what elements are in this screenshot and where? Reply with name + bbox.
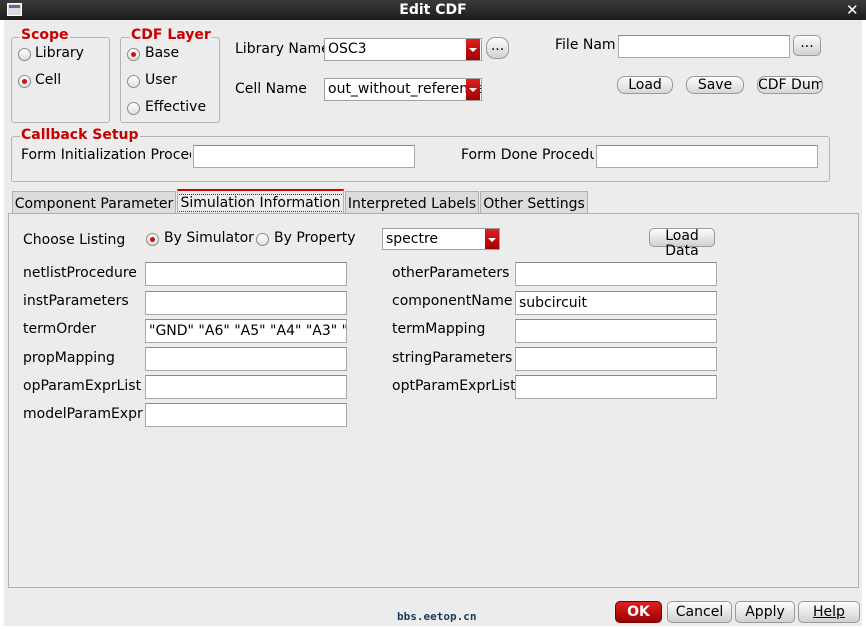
inst-parameters-input[interactable] bbox=[145, 291, 347, 315]
cell-name-label: Cell Name bbox=[235, 81, 307, 97]
watermark-text: bbs.eetop.cn bbox=[397, 610, 477, 623]
tab-simulation-information-label: Simulation Information bbox=[178, 194, 343, 212]
tab-other-settings[interactable]: Other Settings bbox=[480, 191, 588, 214]
layer-base-radio[interactable] bbox=[127, 48, 140, 61]
cell-name-combo[interactable]: out_without_reference bbox=[324, 78, 482, 101]
help-button[interactable]: Help bbox=[798, 601, 860, 623]
tab-interpreted-labels-label: Interpreted Labels bbox=[347, 196, 477, 212]
save-button[interactable]: Save bbox=[686, 76, 744, 94]
title-bar: Edit CDF ✕ bbox=[0, 0, 866, 20]
string-parameters-label: stringParameters bbox=[392, 350, 513, 366]
cdf-dump-button[interactable]: CDF Dump bbox=[757, 76, 823, 94]
close-icon[interactable]: ✕ bbox=[846, 1, 859, 19]
form-init-input[interactable] bbox=[193, 145, 415, 168]
netlist-procedure-input[interactable] bbox=[145, 262, 347, 286]
other-parameters-label: otherParameters bbox=[392, 265, 510, 281]
component-name-input[interactable]: subcircuit bbox=[515, 291, 717, 315]
opt-param-expr-list-label: optParamExprList bbox=[392, 378, 516, 394]
layer-effective-radio[interactable] bbox=[127, 102, 140, 115]
layer-base-label: Base bbox=[145, 45, 180, 61]
inst-parameters-label: instParameters bbox=[23, 293, 129, 309]
tab-other-settings-label: Other Settings bbox=[483, 196, 585, 212]
tab-component-parameter[interactable]: Component Parameter bbox=[12, 191, 176, 214]
library-browse-button[interactable]: ... bbox=[486, 37, 509, 59]
tab-component-parameter-label: Component Parameter bbox=[14, 196, 174, 212]
load-data-button[interactable]: Load Data bbox=[649, 228, 715, 259]
choose-listing-label: Choose Listing bbox=[23, 232, 126, 248]
term-mapping-input[interactable] bbox=[515, 319, 717, 343]
model-param-expr-list-label: modelParamExprL bbox=[23, 406, 143, 422]
simulator-dropdown-icon[interactable] bbox=[485, 229, 499, 249]
by-property-radio[interactable] bbox=[256, 233, 269, 246]
load-button[interactable]: Load bbox=[617, 76, 673, 94]
file-browse-button[interactable]: ... bbox=[793, 35, 821, 56]
by-simulator-label: By Simulator bbox=[164, 230, 254, 246]
library-name-value: OSC3 bbox=[328, 41, 367, 57]
scope-library-label: Library bbox=[35, 45, 84, 61]
cdf-layer-title: CDF Layer bbox=[130, 27, 212, 43]
layer-user-label: User bbox=[145, 72, 177, 88]
term-mapping-label: termMapping bbox=[392, 321, 486, 337]
string-parameters-input[interactable] bbox=[515, 347, 717, 371]
ok-button[interactable]: OK bbox=[615, 601, 662, 623]
apply-button[interactable]: Apply bbox=[735, 601, 795, 623]
window-title: Edit CDF bbox=[399, 2, 467, 18]
opt-param-expr-list-input[interactable] bbox=[515, 375, 717, 399]
form-init-label: Form Initialization Procedu bbox=[21, 147, 191, 163]
scope-cell-label: Cell bbox=[35, 72, 62, 88]
prop-mapping-input[interactable] bbox=[145, 347, 347, 371]
file-name-input[interactable] bbox=[618, 35, 790, 58]
model-param-expr-list-input[interactable] bbox=[145, 403, 347, 427]
form-done-label: Form Done Procedu bbox=[461, 147, 594, 163]
scope-cell-radio[interactable] bbox=[18, 75, 31, 88]
library-name-combo[interactable]: OSC3 bbox=[324, 38, 482, 61]
callback-title: Callback Setup bbox=[20, 127, 140, 143]
term-order-label: termOrder bbox=[23, 321, 97, 337]
by-simulator-radio[interactable] bbox=[146, 233, 159, 246]
op-param-expr-list-label: opParamExprList bbox=[23, 378, 142, 394]
prop-mapping-label: propMapping bbox=[23, 350, 115, 366]
cell-dropdown-icon[interactable] bbox=[466, 79, 480, 100]
scope-title: Scope bbox=[20, 27, 70, 43]
layer-effective-label: Effective bbox=[145, 99, 207, 115]
netlist-procedure-label: netlistProcedure bbox=[23, 265, 137, 281]
library-dropdown-icon[interactable] bbox=[466, 39, 480, 60]
term-order-input[interactable]: "GND" "A6" "A5" "A4" "A3" "A2" bbox=[145, 319, 347, 343]
simulator-combo[interactable]: spectre bbox=[382, 228, 500, 250]
layer-user-radio[interactable] bbox=[127, 75, 140, 88]
op-param-expr-list-input[interactable] bbox=[145, 375, 347, 399]
cell-name-value: out_without_reference bbox=[328, 81, 482, 97]
by-property-label: By Property bbox=[274, 230, 356, 246]
scope-library-radio[interactable] bbox=[18, 48, 31, 61]
tab-simulation-information[interactable]: Simulation Information bbox=[177, 189, 344, 215]
library-name-label: Library Name bbox=[235, 41, 330, 57]
component-name-label: componentName bbox=[392, 293, 513, 309]
tab-interpreted-labels[interactable]: Interpreted Labels bbox=[345, 191, 479, 214]
form-done-input[interactable] bbox=[596, 145, 818, 168]
other-parameters-input[interactable] bbox=[515, 262, 717, 286]
cancel-button[interactable]: Cancel bbox=[667, 601, 732, 623]
simulator-value: spectre bbox=[386, 231, 439, 247]
file-name-label: File Nam bbox=[555, 37, 616, 53]
